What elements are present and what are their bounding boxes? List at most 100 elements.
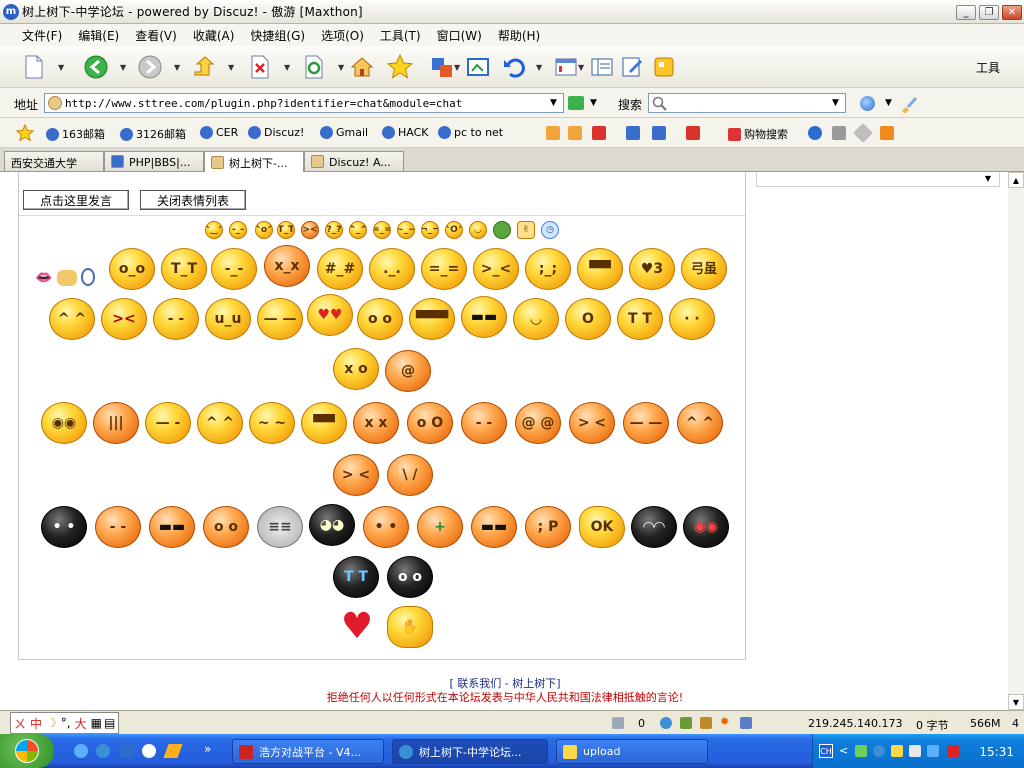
play-icon[interactable] bbox=[880, 126, 894, 140]
new-page-icon[interactable] bbox=[20, 53, 48, 81]
close-emoticon-list-button[interactable]: 关闭表情列表 bbox=[140, 190, 246, 210]
media-player-icon[interactable] bbox=[142, 744, 156, 758]
search-dropdown-icon[interactable]: ▼ bbox=[832, 98, 839, 108]
tab-xjtu[interactable]: 西安交通大学 bbox=[4, 151, 104, 171]
tools-link-icon[interactable] bbox=[832, 126, 846, 140]
emoticon[interactable]: ;_; bbox=[525, 248, 571, 290]
prev-group-icon[interactable] bbox=[546, 126, 560, 140]
download-icon[interactable] bbox=[612, 717, 624, 729]
ime-mode[interactable]: 中 bbox=[30, 715, 42, 732]
ime-settings-icon[interactable]: ▤ bbox=[104, 716, 115, 730]
maxthon-app-icon[interactable]: m bbox=[3, 3, 19, 20]
emoticon[interactable]: ^ ^ bbox=[197, 402, 243, 444]
translate-dropdown-icon[interactable]: ▼ bbox=[454, 63, 460, 72]
emoticon[interactable] bbox=[493, 221, 511, 239]
refresh-dropdown-icon[interactable]: ▼ bbox=[338, 63, 344, 72]
go-arrow-icon[interactable] bbox=[568, 96, 584, 110]
emoticon[interactable]: ?_? bbox=[325, 221, 343, 239]
emoticon[interactable]: \ / bbox=[387, 454, 433, 496]
emoticon[interactable]: ◉◉ bbox=[41, 402, 87, 444]
emoticon[interactable]: ♥3 bbox=[629, 248, 675, 290]
emoticon[interactable]: T T bbox=[617, 298, 663, 340]
emoticon[interactable]: ._. bbox=[369, 248, 415, 290]
emoticon[interactable]: -_- bbox=[211, 248, 257, 290]
emoticon[interactable]: ◠◠ bbox=[631, 506, 677, 548]
globe-icon[interactable] bbox=[860, 96, 875, 111]
go-up-icon[interactable] bbox=[190, 53, 218, 81]
emoticon[interactable]: ▀▀ bbox=[577, 248, 623, 290]
emoticon[interactable]: x_x bbox=[264, 245, 310, 287]
taskbar-item-forum[interactable]: 树上树下-中学论坛... bbox=[392, 739, 548, 764]
emoticon[interactable]: o o bbox=[203, 506, 249, 548]
tab-php-bbs[interactable]: PHP|BBS|... bbox=[104, 151, 204, 171]
back-icon[interactable] bbox=[82, 53, 110, 81]
tab-discuz[interactable]: Discuz! A... bbox=[304, 151, 404, 171]
minimize-tabs-icon[interactable] bbox=[626, 126, 640, 140]
moon-icon[interactable]: ☽ bbox=[46, 716, 57, 730]
clear-brush-icon[interactable] bbox=[900, 95, 918, 113]
undo-dropdown-icon[interactable]: ▼ bbox=[536, 63, 542, 72]
side-dropdown-icon[interactable]: ▼ bbox=[985, 174, 991, 183]
keyboard-icon[interactable]: ▦ bbox=[91, 716, 102, 730]
screenshot-icon[interactable] bbox=[464, 53, 492, 81]
home-icon[interactable] bbox=[348, 53, 376, 81]
up-dropdown-icon[interactable]: ▼ bbox=[228, 63, 234, 72]
link-shopping-search[interactable]: 购物搜索 bbox=[728, 126, 788, 142]
menu-help[interactable]: 帮助(H) bbox=[498, 27, 540, 44]
emoticon[interactable]: — — bbox=[257, 298, 303, 340]
sidebar-icon[interactable] bbox=[588, 53, 616, 81]
taskbar-item-upload[interactable]: upload bbox=[556, 739, 708, 764]
emoticon[interactable]: u_u bbox=[205, 298, 251, 340]
emoticon[interactable]: ✌ bbox=[517, 221, 535, 239]
emoticon[interactable]: ✋ bbox=[387, 606, 433, 648]
emoticon[interactable]: T T bbox=[333, 556, 379, 598]
heart-icon[interactable]: ♥ bbox=[333, 606, 381, 648]
quicklaunch-more-icon[interactable]: » bbox=[204, 742, 211, 756]
ie-quicklaunch-icon[interactable] bbox=[74, 744, 88, 758]
emoticon[interactable]: ≡≡ bbox=[257, 506, 303, 548]
emoticon[interactable]: - - bbox=[95, 506, 141, 548]
emoticon[interactable]: ^_^ bbox=[349, 221, 367, 239]
emoticon[interactable]: > < bbox=[333, 454, 379, 496]
maxthon-quicklaunch-icon[interactable] bbox=[96, 744, 110, 758]
plugins-icon[interactable] bbox=[650, 53, 678, 81]
menu-window[interactable]: 窗口(W) bbox=[437, 27, 482, 44]
menu-file[interactable]: 文件(F) bbox=[22, 27, 62, 44]
close-all-icon[interactable] bbox=[686, 126, 700, 140]
emoticon[interactable]: O bbox=[565, 298, 611, 340]
emoticon[interactable]: ; P bbox=[525, 506, 571, 548]
emoticon[interactable]: >_< bbox=[473, 248, 519, 290]
emoticon[interactable]: o o bbox=[387, 556, 433, 598]
emoticon[interactable]: @ @ bbox=[515, 402, 561, 444]
scroll-down-icon[interactable]: ▼ bbox=[1008, 694, 1024, 710]
notepad-icon[interactable] bbox=[618, 53, 646, 81]
ad-filter-icon[interactable] bbox=[700, 717, 712, 729]
emoticon[interactable]: > < bbox=[569, 402, 615, 444]
translate-icon[interactable] bbox=[428, 53, 456, 81]
network-icon[interactable] bbox=[660, 717, 672, 729]
link-gmail[interactable]: Gmail bbox=[320, 126, 368, 139]
hook-icon[interactable] bbox=[81, 268, 95, 286]
new-dropdown-icon[interactable]: ▼ bbox=[58, 63, 64, 72]
emoticon[interactable]: =_= bbox=[373, 221, 391, 239]
popup-block-icon[interactable] bbox=[680, 717, 692, 729]
forward-icon[interactable] bbox=[136, 53, 164, 81]
close-group-icon[interactable] bbox=[592, 126, 606, 140]
emoticon[interactable]: ◉◉ bbox=[683, 506, 729, 548]
tray-security-icon[interactable] bbox=[947, 745, 959, 757]
tray-monitor-icon[interactable] bbox=[909, 745, 921, 757]
lips-icon[interactable]: 👄 bbox=[35, 270, 52, 286]
emoticon[interactable]: · · bbox=[669, 298, 715, 340]
emoticon[interactable]: x o bbox=[333, 348, 379, 390]
emoticon[interactable]: — — bbox=[623, 402, 669, 444]
emoticon[interactable]: - - bbox=[153, 298, 199, 340]
tray-volume-icon[interactable] bbox=[927, 745, 939, 757]
winamp-icon[interactable] bbox=[163, 744, 183, 758]
link-3126-mail[interactable]: 3126邮箱 bbox=[120, 126, 186, 142]
maximize-button[interactable]: ❐ bbox=[979, 5, 999, 20]
vertical-scrollbar[interactable]: ▲ ▼ bbox=[1008, 172, 1024, 710]
link-cer[interactable]: CER bbox=[200, 126, 238, 139]
flash-icon[interactable] bbox=[808, 126, 822, 140]
next-group-icon[interactable] bbox=[568, 126, 582, 140]
tray-network-icon[interactable] bbox=[855, 745, 867, 757]
